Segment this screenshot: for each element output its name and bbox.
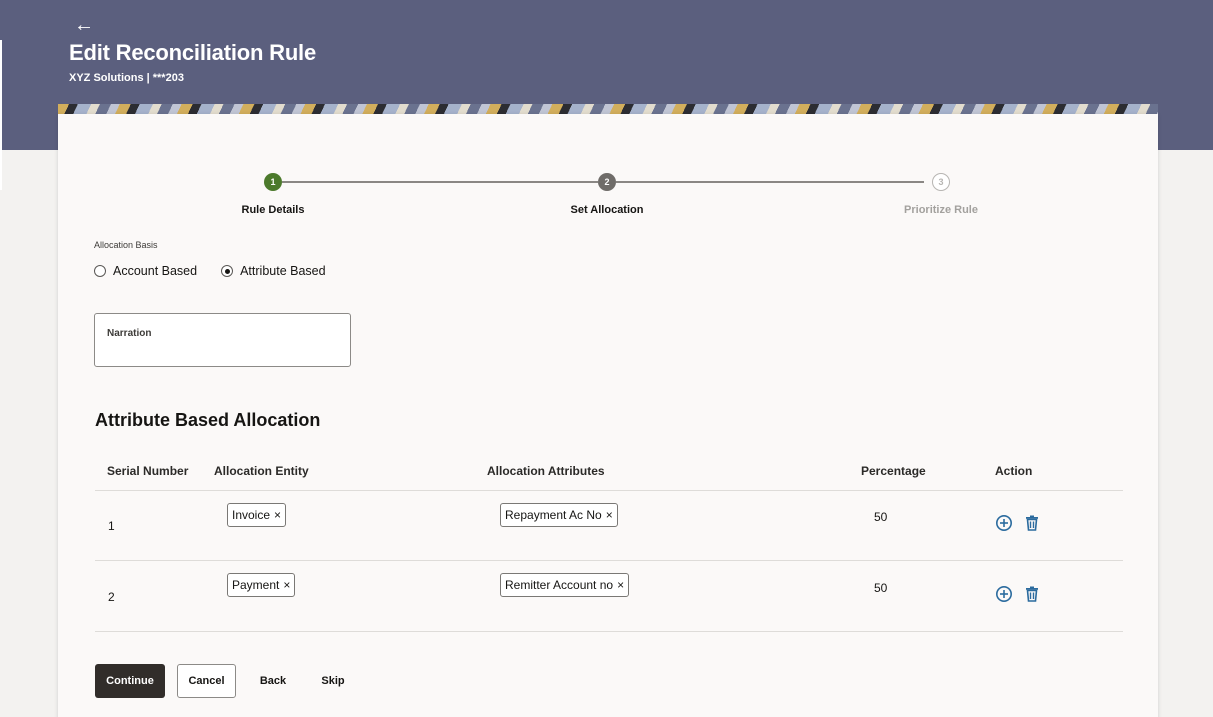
step-1-circle: 1 — [264, 173, 282, 191]
trash-icon[interactable] — [1023, 514, 1041, 532]
column-header-allocation-attributes: Allocation Attributes — [487, 464, 605, 478]
row-2-percentage: 50 — [874, 581, 888, 595]
row-2-serial: 2 — [108, 590, 115, 604]
column-header-allocation-entity: Allocation Entity — [214, 464, 309, 478]
row-2-attribute-label: Remitter Account no — [505, 578, 614, 592]
step-connector-2 — [616, 181, 924, 183]
row-1-attribute-remove-icon[interactable]: × — [606, 508, 613, 522]
row-1-entity-remove-icon[interactable]: × — [274, 508, 281, 522]
allocation-basis-radio-group: Account Based Attribute Based — [94, 264, 350, 278]
row-1-entity-label: Invoice — [232, 508, 271, 522]
narration-field[interactable]: Narration — [94, 313, 351, 367]
column-header-percentage: Percentage — [861, 464, 926, 478]
row-2-attribute-chip: Remitter Account no × — [500, 573, 630, 597]
row-2-entity-remove-icon[interactable]: × — [283, 578, 290, 592]
allocation-basis-label: Allocation Basis — [94, 240, 158, 250]
radio-attribute-based-label: Attribute Based — [240, 264, 326, 278]
step-2-label[interactable]: Set Allocation — [527, 204, 687, 216]
narration-input[interactable] — [107, 344, 337, 360]
radio-attribute-based-control[interactable] — [221, 265, 234, 277]
back-button[interactable]: Back — [250, 664, 296, 698]
main-card: 1 2 3 Rule Details Set Allocation Priori… — [58, 114, 1158, 717]
column-header-serial-number: Serial Number — [107, 464, 189, 478]
table-header-divider — [95, 490, 1123, 491]
row-1-divider — [95, 560, 1123, 561]
row-2-entity-label: Payment — [232, 578, 280, 592]
page-subtitle: XYZ Solutions | ***203 — [69, 72, 184, 84]
cancel-button[interactable]: Cancel — [177, 664, 236, 698]
add-circle-icon[interactable] — [995, 514, 1013, 532]
radio-account-based-control[interactable] — [94, 265, 106, 277]
radio-attribute-based[interactable]: Attribute Based — [221, 264, 326, 278]
trash-icon[interactable] — [1023, 585, 1041, 603]
step-3-circle: 3 — [932, 173, 950, 191]
step-2-circle: 2 — [598, 173, 616, 191]
row-1-attribute-chip: Repayment Ac No × — [500, 503, 618, 527]
row-1-percentage: 50 — [874, 510, 888, 524]
step-connector-1 — [282, 181, 598, 183]
continue-button[interactable]: Continue — [95, 664, 165, 698]
skip-button[interactable]: Skip — [310, 664, 356, 698]
narration-label: Narration — [107, 328, 152, 339]
radio-account-based-label: Account Based — [113, 264, 198, 278]
header-edge — [0, 40, 2, 190]
section-title: Attribute Based Allocation — [95, 410, 321, 430]
row-2-entity-chip: Payment × — [227, 573, 296, 597]
row-2-divider — [95, 631, 1123, 632]
row-2-attribute-remove-icon[interactable]: × — [617, 578, 624, 592]
step-1-label[interactable]: Rule Details — [193, 204, 353, 216]
page-title: Edit Reconciliation Rule — [69, 40, 317, 65]
radio-account-based[interactable]: Account Based — [94, 264, 197, 278]
row-1-serial: 1 — [108, 519, 115, 533]
step-3-label: Prioritize Rule — [904, 204, 978, 216]
row-1-attribute-label: Repayment Ac No — [505, 508, 602, 522]
add-circle-icon[interactable] — [995, 585, 1013, 603]
column-header-action: Action — [995, 464, 1033, 478]
back-arrow-icon[interactable]: ← — [74, 14, 94, 37]
row-1-entity-chip: Invoice × — [227, 503, 287, 527]
